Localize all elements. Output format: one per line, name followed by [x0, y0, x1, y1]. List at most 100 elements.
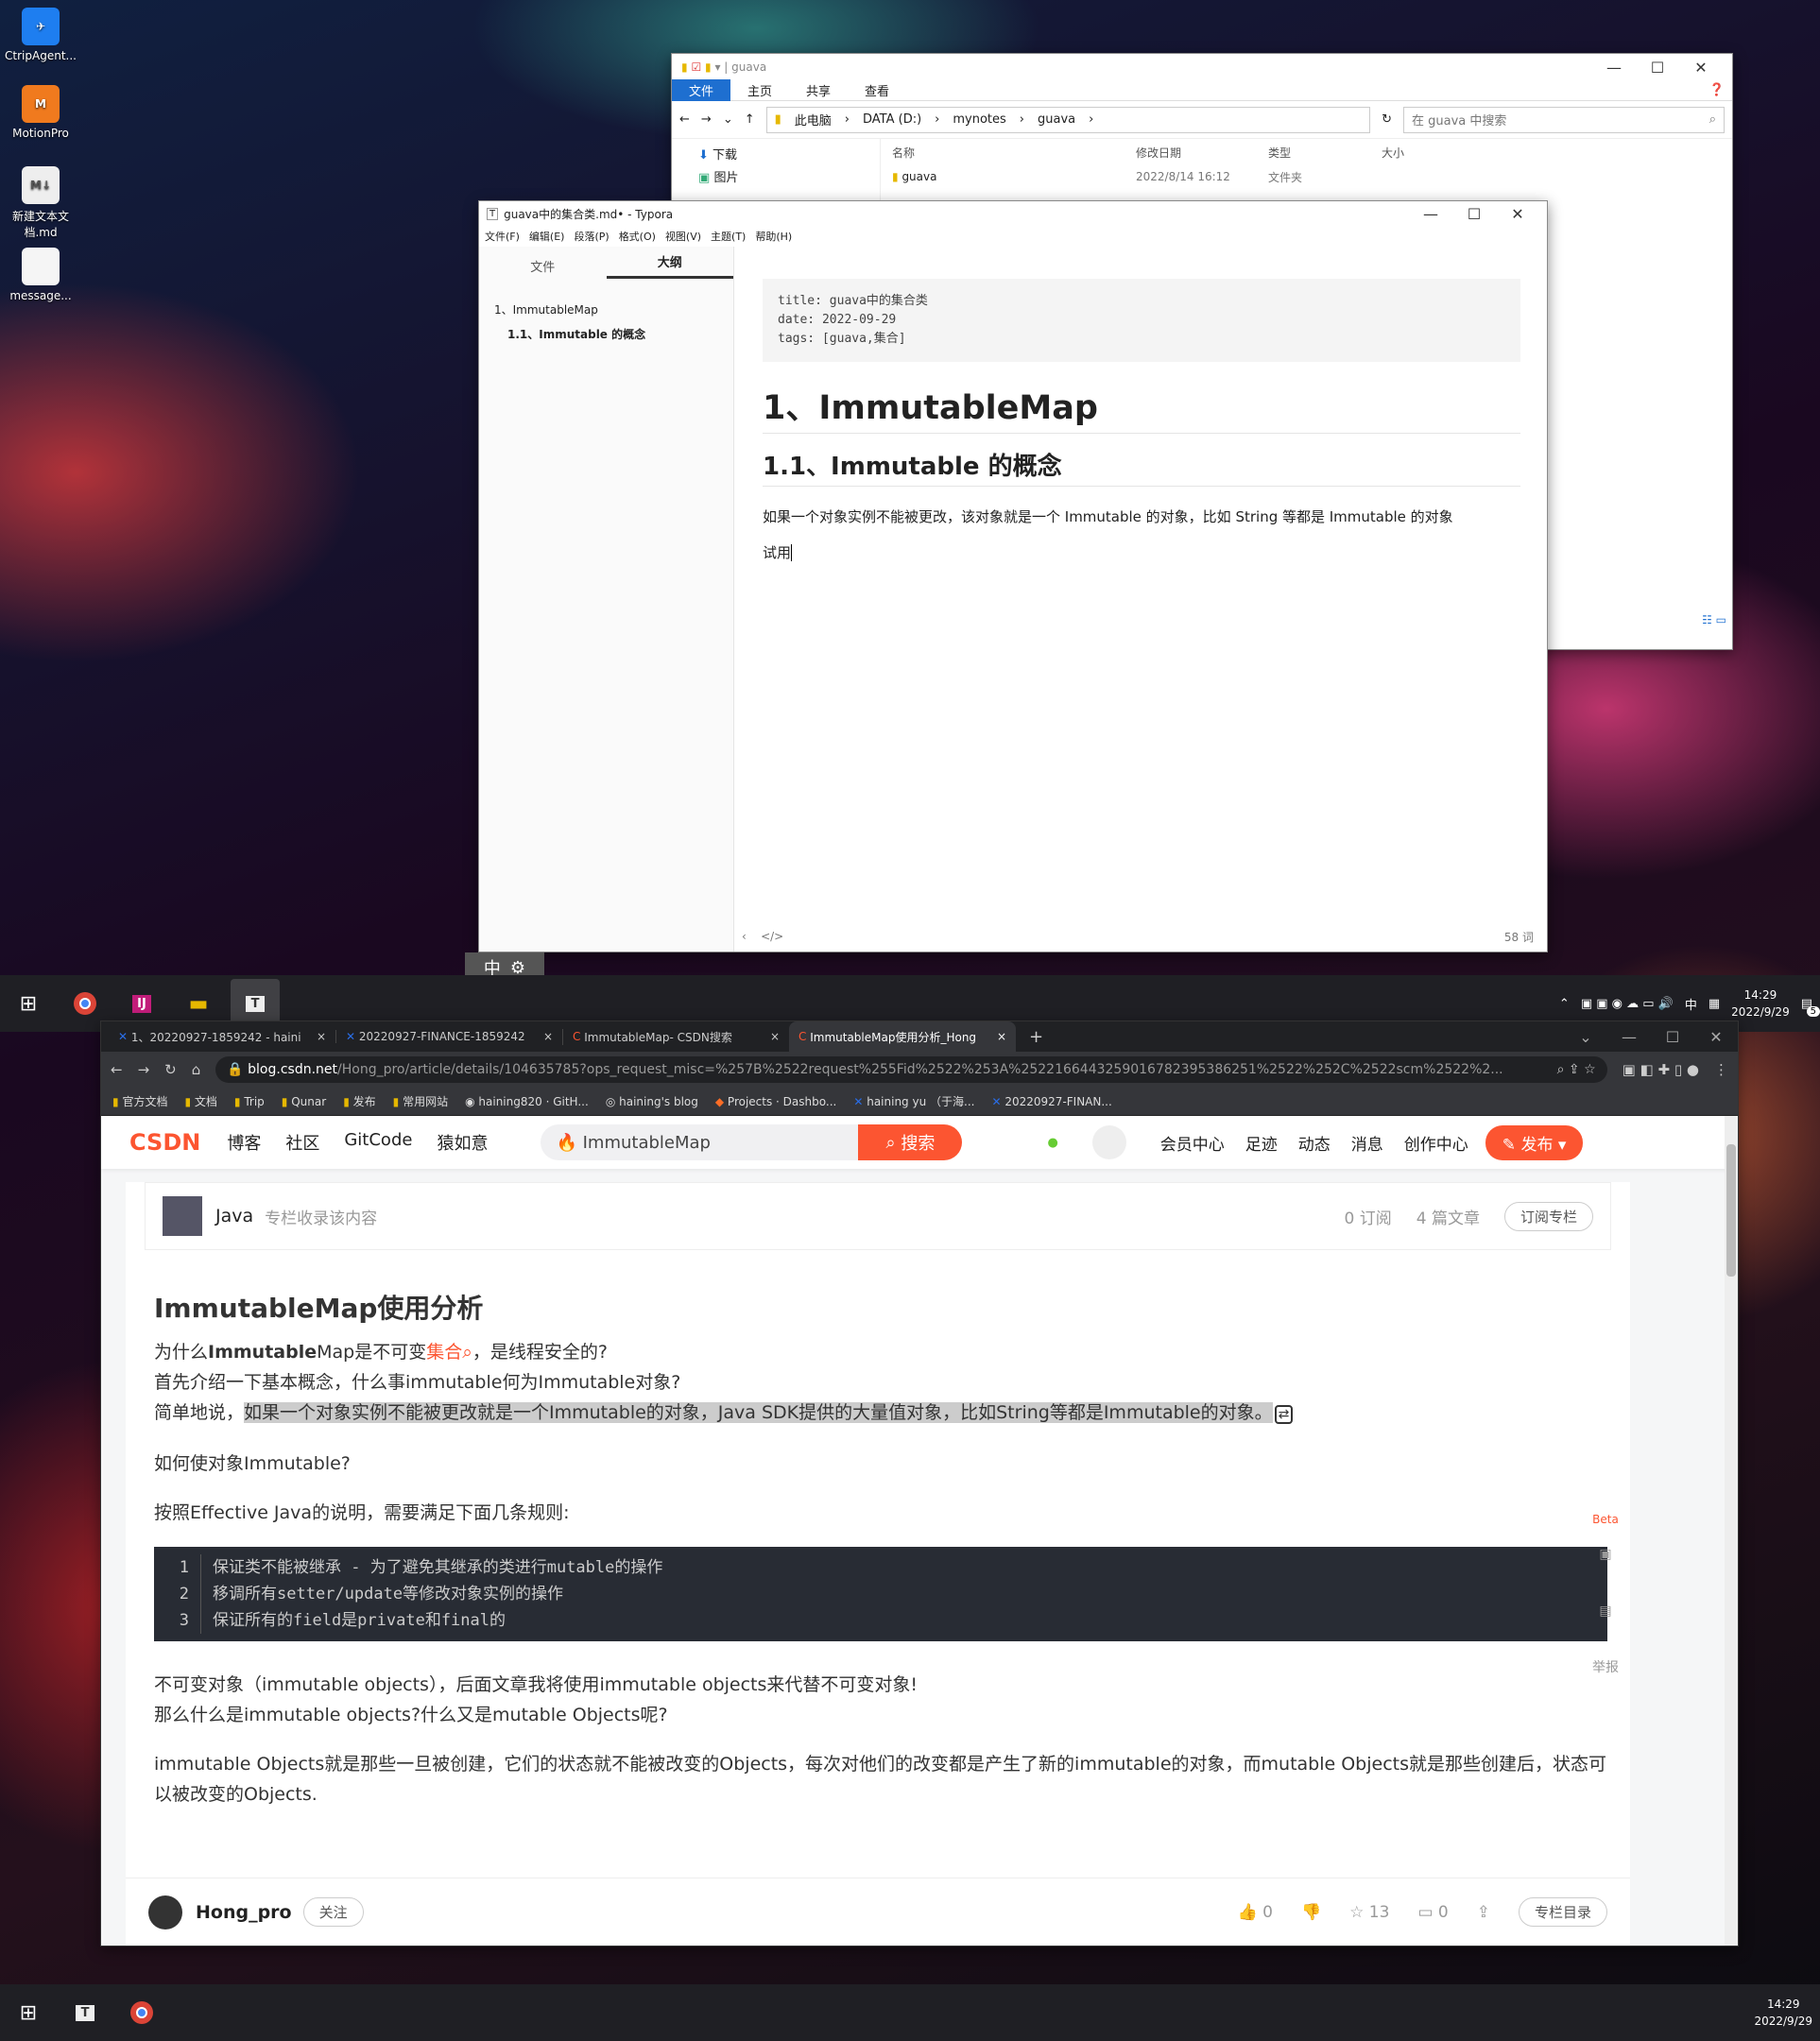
csdn-logo[interactable]: CSDN — [129, 1129, 200, 1156]
back-icon[interactable]: ← — [111, 1061, 123, 1078]
dislike-button[interactable]: 👎 — [1301, 1903, 1321, 1922]
tab-close-icon[interactable]: × — [997, 1030, 1006, 1043]
nav-footprint[interactable]: 足迹 — [1245, 1131, 1278, 1155]
word-count[interactable]: 58 词 — [1504, 929, 1534, 945]
desktop-icon-motionpro[interactable]: M MotionPro — [3, 85, 78, 140]
forward-icon[interactable]: → — [701, 112, 712, 127]
author-avatar[interactable] — [148, 1895, 182, 1930]
typora-editor[interactable]: title: guava中的集合类 date: 2022-09-29 tags:… — [763, 279, 1520, 568]
nav-item-pictures[interactable]: ▣ 图片 — [698, 167, 738, 190]
recent-icon[interactable]: ⌄ — [723, 112, 733, 127]
address-bar[interactable]: ▮ 此电脑 › DATA (D:) › mynotes › guava › — [765, 106, 1371, 133]
column-cover[interactable] — [163, 1196, 202, 1236]
home-icon[interactable]: ⌂ — [192, 1061, 201, 1078]
file-row[interactable]: ▮ guava 2022/8/14 16:12 文件夹 — [881, 165, 1732, 188]
menu-view[interactable]: 视图(V) — [665, 229, 701, 244]
translate-icon[interactable]: ⇄ — [1274, 1405, 1294, 1424]
menu-paragraph[interactable]: 段落(P) — [574, 229, 609, 244]
column-name[interactable]: Java — [215, 1206, 253, 1226]
nav-vip[interactable]: 会员中心 — [1160, 1131, 1225, 1155]
taskbar-typora[interactable]: T — [60, 1988, 110, 2037]
bookmark-item[interactable]: ▮ Qunar — [282, 1095, 326, 1108]
scrollbar-thumb[interactable] — [1726, 1144, 1736, 1277]
publish-button[interactable]: ✎ 发布 ▾ — [1485, 1124, 1584, 1160]
tray-clock[interactable]: 14:29 2022/9/29 — [1731, 986, 1790, 1020]
minimize-button[interactable]: — — [1592, 59, 1636, 77]
keyword-link[interactable]: 集合 — [426, 1342, 462, 1363]
ai-assistant-icon[interactable]: ▣ — [1577, 1526, 1634, 1583]
breadcrumb-item[interactable]: DATA (D:) — [863, 112, 921, 127]
close-button[interactable]: ✕ — [1679, 59, 1723, 77]
tab-home[interactable]: 主页 — [730, 79, 789, 101]
maximize-button[interactable]: ☐ — [1452, 205, 1496, 223]
col-size[interactable]: 大小 — [1382, 145, 1457, 161]
col-date[interactable]: 修改日期 — [1136, 145, 1268, 161]
bookmark-item[interactable]: ▮ 常用网站 — [393, 1093, 448, 1109]
scrollbar[interactable] — [1725, 1116, 1738, 1946]
tab-close-icon[interactable]: × — [770, 1030, 780, 1043]
tray-ime[interactable]: 中 — [1685, 995, 1697, 1013]
toggle-sidebar-icon[interactable]: ‹ — [742, 930, 747, 943]
start-button[interactable]: ⊞ — [4, 1988, 53, 2037]
subscribe-column-button[interactable]: 订阅专栏 — [1503, 1201, 1593, 1231]
menu-help[interactable]: 帮助(H) — [755, 229, 792, 244]
zoom-icon[interactable]: ⌕ ⇪ ☆ — [1546, 1062, 1596, 1077]
nav-creation[interactable]: 创作中心 — [1404, 1131, 1468, 1155]
menu-theme[interactable]: 主题(T) — [711, 229, 746, 244]
nav-item-downloads[interactable]: ⬇ 下载 — [698, 145, 738, 167]
minimize-button[interactable]: — — [1409, 205, 1452, 223]
col-type[interactable]: 类型 — [1268, 145, 1382, 161]
extension-icons[interactable]: ▣ ◧ ✚ ▯ ● — [1623, 1061, 1699, 1078]
new-tab-button[interactable]: + — [1029, 1027, 1043, 1047]
desktop-icon-message[interactable]: message... — [3, 248, 78, 302]
menu-format[interactable]: 格式(O) — [619, 229, 656, 244]
bookmark-item[interactable]: ✕ haining yu （于海... — [853, 1093, 974, 1109]
maximize-button[interactable]: ☐ — [1651, 1028, 1694, 1046]
maximize-button[interactable]: ☐ — [1636, 59, 1679, 77]
col-name[interactable]: 名称 — [881, 145, 1136, 161]
tray-chevron-icon[interactable]: ⌃ — [1559, 997, 1570, 1011]
search-icon[interactable]: ⌕ — [462, 1342, 472, 1363]
bookmark-item[interactable]: ◉ haining820 · GitH... — [465, 1095, 589, 1108]
report-button[interactable]: 举报 — [1577, 1639, 1634, 1696]
avatar[interactable] — [1091, 1125, 1126, 1159]
chrome-tab[interactable]: ✕ 1、20220927-1859242 - haini × — [109, 1029, 335, 1045]
nav-yuanruyi[interactable]: 猿如意 — [437, 1130, 488, 1155]
csdn-search-button[interactable]: ⌕ 搜索 — [858, 1124, 963, 1160]
nav-dynamic[interactable]: 动态 — [1298, 1131, 1331, 1155]
author-name[interactable]: Hong_pro — [196, 1902, 292, 1923]
help-icon[interactable]: ❓ — [1709, 83, 1725, 97]
breadcrumb-item[interactable]: guava — [1038, 112, 1075, 127]
column-toc-button[interactable]: 专栏目录 — [1518, 1897, 1607, 1927]
start-button[interactable]: ⊞ — [4, 979, 53, 1028]
bookmark-item[interactable]: ✕ 20220927-FINAN... — [991, 1095, 1111, 1108]
bookmark-item[interactable]: ▮ 发布 — [343, 1093, 375, 1109]
taskbar-chrome[interactable] — [117, 1988, 166, 2037]
tray-clock[interactable]: 14:29 2022/9/29 — [1754, 1996, 1812, 2030]
share-button[interactable]: ⇪ — [1477, 1903, 1490, 1922]
refresh-icon[interactable]: ↻ — [1382, 112, 1392, 127]
outline-item[interactable]: 1.1、Immutable 的概念 — [494, 322, 718, 347]
forward-icon[interactable]: → — [138, 1061, 150, 1078]
tab-search-icon[interactable]: ⌄ — [1564, 1028, 1607, 1046]
desktop-icon-md-file[interactable]: M↓ 新建文本文档.md — [3, 166, 78, 240]
csdn-search-input[interactable]: 🔥 ImmutableMap — [541, 1124, 859, 1160]
close-button[interactable]: ✕ — [1694, 1028, 1738, 1046]
tab-close-icon[interactable]: × — [543, 1030, 553, 1043]
tab-share[interactable]: 共享 — [789, 79, 848, 101]
close-button[interactable]: ✕ — [1496, 205, 1539, 223]
comment-button[interactable]: ▭ 0 — [1417, 1903, 1448, 1922]
like-button[interactable]: 👍 0 — [1238, 1903, 1273, 1922]
view-toggle-icons[interactable]: ☷ ▭ — [1702, 613, 1726, 626]
tab-view[interactable]: 查看 — [848, 79, 906, 101]
tab-close-icon[interactable]: × — [317, 1030, 326, 1043]
breadcrumb-item[interactable]: mynotes — [953, 112, 1005, 127]
chrome-tab-active[interactable]: C ImmutableMap使用分析_Hong × — [789, 1021, 1016, 1052]
nav-gitcode[interactable]: GitCode — [344, 1130, 412, 1155]
new-folder-icon[interactable]: ▮ — [705, 60, 712, 74]
tray-grid-icon[interactable]: ▦ — [1708, 997, 1720, 1011]
tab-file[interactable]: 文件 — [672, 79, 731, 101]
bookmark-item[interactable]: ▮ 文档 — [184, 1093, 216, 1109]
bookmark-item[interactable]: ◎ haining's blog — [606, 1095, 698, 1108]
menu-file[interactable]: 文件(F) — [485, 229, 520, 244]
